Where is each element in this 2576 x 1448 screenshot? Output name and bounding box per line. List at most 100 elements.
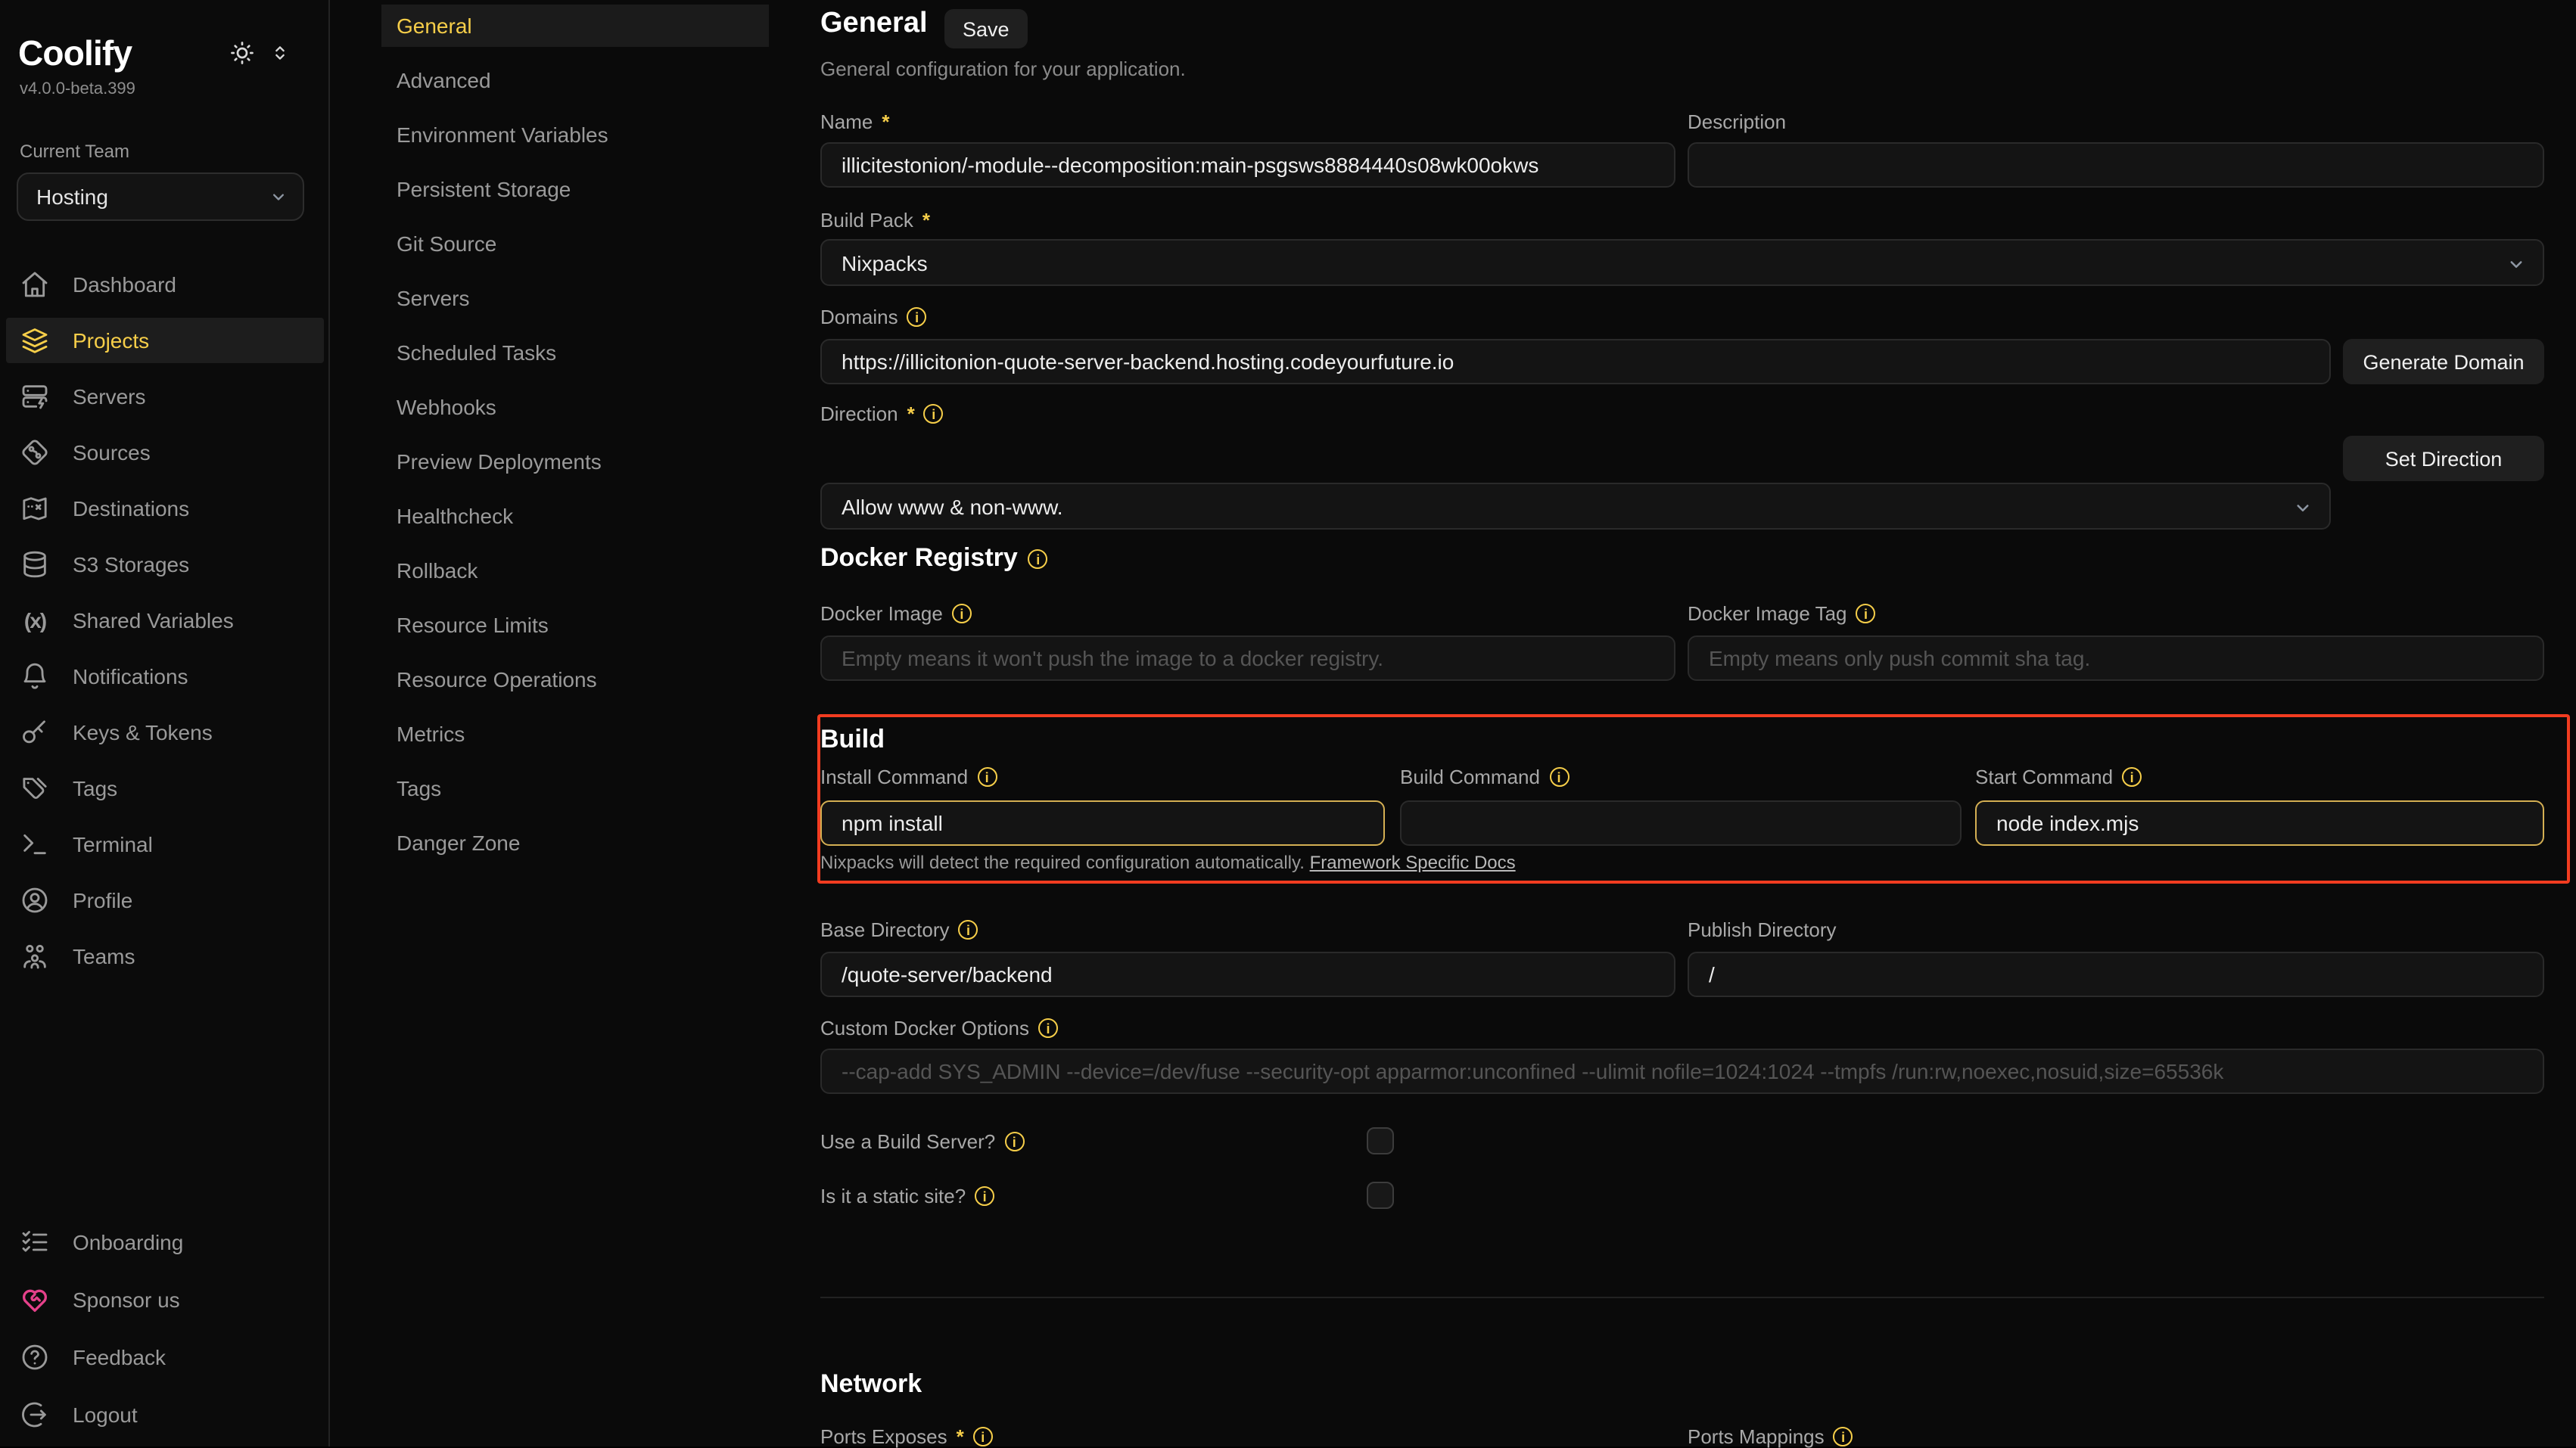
settings-tab-preview-deployments[interactable]: Preview Deployments [381, 440, 769, 483]
theme-toggle-sun-icon[interactable] [229, 39, 256, 67]
switch-chevrons-icon[interactable] [269, 42, 291, 64]
info-icon[interactable] [1549, 767, 1569, 787]
docker-image-input[interactable] [820, 635, 1675, 681]
info-icon[interactable] [1834, 1427, 1853, 1446]
sidebar-item-destinations[interactable]: Destinations [6, 486, 324, 531]
page-title: General [820, 8, 928, 41]
settings-nav: General Advanced Environment Variables P… [381, 5, 769, 864]
settings-tab-rollback[interactable]: Rollback [381, 549, 769, 592]
settings-tab-persistent-storage[interactable]: Persistent Storage [381, 168, 769, 210]
info-icon[interactable] [977, 767, 997, 787]
sidebar-item-projects[interactable]: Projects [6, 318, 324, 363]
settings-tab-danger-zone[interactable]: Danger Zone [381, 822, 769, 864]
sidebar-footer-nav: Onboarding Sponsor us Feedback Logout [6, 1220, 324, 1437]
sidebar-item-tags[interactable]: Tags [6, 766, 324, 811]
settings-tab-metrics[interactable]: Metrics [381, 713, 769, 755]
domains-label: Domains [820, 306, 927, 328]
settings-tab-tags[interactable]: Tags [381, 767, 769, 809]
sidebar-item-teams[interactable]: Teams [6, 934, 324, 979]
build-command-input[interactable] [1400, 800, 1962, 846]
build-pack-label: Build Pack* [820, 209, 930, 231]
settings-tab-healthcheck[interactable]: Healthcheck [381, 495, 769, 537]
install-command-input[interactable] [820, 800, 1385, 846]
direction-select[interactable]: Allow www & non-www. [820, 483, 2331, 530]
info-icon[interactable] [907, 307, 927, 327]
sidebar-item-keys-tokens[interactable]: Keys & Tokens [6, 710, 324, 755]
info-icon[interactable] [1856, 604, 1876, 623]
description-input[interactable] [1688, 142, 2544, 188]
current-team-label: Current Team [20, 141, 129, 162]
shared-variables-icon [20, 605, 50, 635]
team-select-value: Hosting [36, 185, 108, 209]
info-icon[interactable] [975, 1186, 994, 1206]
terminal-icon [20, 829, 50, 859]
name-input[interactable] [820, 142, 1675, 188]
chevron-down-icon [2291, 496, 2314, 519]
chevron-down-icon [2505, 253, 2528, 275]
sidebar-item-dashboard[interactable]: Dashboard [6, 262, 324, 307]
key-icon [20, 717, 50, 747]
info-icon[interactable] [1004, 1132, 1024, 1151]
logout-icon [20, 1400, 50, 1430]
coolify-app: Coolify v4.0.0-beta.399 Current Team Hos… [0, 0, 2576, 1446]
sidebar-item-notifications[interactable]: Notifications [6, 654, 324, 699]
info-icon[interactable] [952, 604, 972, 623]
domains-input[interactable] [820, 339, 2331, 384]
name-label: Name* [820, 110, 890, 133]
ports-exposes-label: Ports Exposes* [820, 1425, 993, 1448]
use-build-server-checkbox[interactable] [1367, 1127, 1394, 1154]
sidebar-item-onboarding[interactable]: Onboarding [6, 1220, 324, 1265]
publish-directory-input[interactable] [1688, 952, 2544, 997]
settings-tab-git-source[interactable]: Git Source [381, 222, 769, 265]
team-select[interactable]: Hosting [17, 172, 304, 221]
start-command-input[interactable] [1975, 800, 2544, 846]
info-icon[interactable] [2122, 767, 2142, 787]
custom-docker-options-label: Custom Docker Options [820, 1017, 1058, 1039]
settings-tab-resource-operations[interactable]: Resource Operations [381, 658, 769, 701]
info-icon[interactable] [1038, 1018, 1058, 1038]
help-circle-icon [20, 1342, 50, 1372]
settings-tab-servers[interactable]: Servers [381, 277, 769, 319]
save-button[interactable]: Save [944, 9, 1028, 48]
docker-image-tag-input[interactable] [1688, 635, 2544, 681]
settings-tab-resource-limits[interactable]: Resource Limits [381, 604, 769, 646]
sidebar-item-profile[interactable]: Profile [6, 878, 324, 923]
sidebar-item-terminal[interactable]: Terminal [6, 822, 324, 867]
generate-domain-button[interactable]: Generate Domain [2343, 339, 2544, 384]
build-command-label: Build Command [1400, 766, 1569, 788]
sidebar-item-sponsor-us[interactable]: Sponsor us [6, 1277, 324, 1322]
settings-tab-webhooks[interactable]: Webhooks [381, 386, 769, 428]
info-icon[interactable] [1028, 548, 1048, 568]
sidebar-item-feedback[interactable]: Feedback [6, 1335, 324, 1380]
tags-icon [20, 773, 50, 803]
chevron-down-icon [268, 186, 289, 207]
sidebar-item-shared-variables[interactable]: Shared Variables [6, 598, 324, 643]
base-directory-input[interactable] [820, 952, 1675, 997]
custom-docker-options-input[interactable] [820, 1049, 2544, 1094]
build-pack-select[interactable]: Nixpacks [820, 239, 2544, 286]
sidebar-item-logout[interactable]: Logout [6, 1392, 324, 1437]
bell-icon [20, 661, 50, 691]
static-site-checkbox[interactable] [1367, 1182, 1394, 1209]
ports-mappings-label: Ports Mappings [1688, 1425, 1853, 1448]
home-icon [20, 269, 50, 300]
settings-tab-advanced[interactable]: Advanced [381, 59, 769, 101]
main-content: General Save General configuration for y… [820, 0, 2544, 1446]
page-subtitle: General configuration for your applicati… [820, 57, 1186, 80]
user-circle-icon [20, 885, 50, 915]
settings-tab-general[interactable]: General [381, 5, 769, 47]
info-icon[interactable] [959, 920, 978, 940]
set-direction-button[interactable]: Set Direction [2343, 436, 2544, 481]
framework-docs-link[interactable]: Framework Specific Docs [1310, 852, 1516, 873]
sidebar-item-servers[interactable]: Servers [6, 374, 324, 419]
settings-tab-environment-variables[interactable]: Environment Variables [381, 113, 769, 156]
settings-tab-scheduled-tasks[interactable]: Scheduled Tasks [381, 331, 769, 374]
sidebar-item-s3-storages[interactable]: S3 Storages [6, 542, 324, 587]
sidebar-item-sources[interactable]: Sources [6, 430, 324, 475]
use-build-server-label: Use a Build Server? [820, 1130, 1024, 1153]
app-logo: Coolify [18, 33, 132, 73]
base-directory-label: Base Directory [820, 918, 978, 941]
info-icon[interactable] [973, 1427, 993, 1446]
users-icon [20, 941, 50, 971]
info-icon[interactable] [924, 404, 944, 424]
